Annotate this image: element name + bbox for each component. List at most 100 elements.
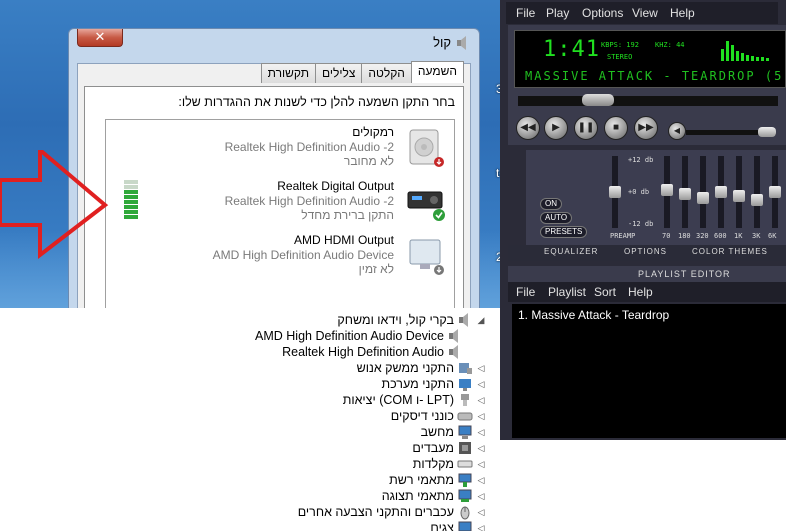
playback-panel: בחר התקן השמעה להלן כדי לשנות את ההגדרות… <box>84 86 464 329</box>
khz-readout: KHZ: 44 <box>655 41 685 49</box>
playlist-item[interactable]: 1. Massive Attack - Teardrop <box>518 308 669 322</box>
device-driver: Realtek High Definition Audio -2 <box>224 140 394 154</box>
volume-slider[interactable] <box>686 127 776 137</box>
eq-band-slider[interactable] <box>733 156 745 228</box>
volume-icon[interactable]: ◀ <box>668 122 686 140</box>
tab-sounds[interactable]: צלילים <box>315 63 363 83</box>
eq-band-slider[interactable] <box>769 156 781 228</box>
tab-communications[interactable]: תקשורת <box>260 63 317 83</box>
seek-knob[interactable] <box>582 94 614 106</box>
eq-band-slider[interactable] <box>715 156 727 228</box>
dialog-titlebar[interactable]: ✕ קול <box>69 29 479 57</box>
eq-band-label: 3K <box>752 232 761 240</box>
stereo-indicator: STEREO <box>607 53 633 61</box>
playlist-titlebar[interactable]: PLAYLIST EDITOR <box>508 266 786 282</box>
monitor-icon <box>458 521 472 531</box>
pause-button[interactable]: ❚❚ <box>574 116 598 140</box>
eq-band-slider[interactable] <box>697 156 709 228</box>
expand-arrow-icon[interactable]: ◁ <box>476 475 486 486</box>
pl-menu-file[interactable]: File <box>516 285 535 299</box>
winamp-display: 1:41 KBPS: 192 KHZ: 44 STEREO MASSIVE AT… <box>514 30 786 88</box>
expand-arrow-icon[interactable]: ◁ <box>476 507 486 518</box>
tree-item-label: Realtek High Definition Audio <box>282 345 444 359</box>
tree-item-system-devices[interactable]: ◁ התקני מערכת <box>381 376 486 392</box>
tab-equalizer[interactable]: EQUALIZER <box>544 247 598 256</box>
eq-band-label: 70 <box>662 232 671 240</box>
eq-band-slider[interactable] <box>661 156 673 228</box>
tree-item-label: התקני ממשק אנוש <box>356 361 454 375</box>
expand-arrow-icon[interactable]: ◁ <box>476 411 486 422</box>
playlist-menubar: File Playlist Sort Help <box>508 282 786 302</box>
eq-band-label: 180 <box>678 232 691 240</box>
close-button[interactable]: ✕ <box>77 29 123 47</box>
tree-item-mice[interactable]: ◁ עכברים והתקני הצבעה אחרים <box>298 504 486 520</box>
menu-play[interactable]: Play <box>546 6 569 20</box>
seek-bar[interactable] <box>518 94 778 106</box>
tree-item-computer[interactable]: ◁ מחשב <box>421 424 486 440</box>
expand-arrow-icon[interactable]: ◁ <box>476 395 486 406</box>
device-item-digital-output[interactable]: Realtek Digital Output Realtek High Defi… <box>104 176 454 228</box>
expand-arrow-icon[interactable]: ◁ <box>476 459 486 470</box>
device-item-speakers[interactable]: רמקולים Realtek High Definition Audio -2… <box>104 122 454 174</box>
tree-item-network-adapters[interactable]: ◁ מתאמי רשת <box>389 472 486 488</box>
playlist-list: 1. Massive Attack - Teardrop <box>512 304 786 438</box>
device-name: רמקולים <box>352 125 394 139</box>
spectrum-visualizer <box>721 41 769 61</box>
menu-help[interactable]: Help <box>670 6 695 20</box>
eq-band-slider[interactable] <box>751 156 763 228</box>
previous-button[interactable]: ◀◀ <box>516 116 540 140</box>
eq-preamp-slider[interactable] <box>609 156 621 228</box>
tree-item-display-adapters[interactable]: ◁ מתאמי תצוגה <box>382 488 486 504</box>
tree-item-sound-video-game[interactable]: ◢ בקרי קול, וידאו ומשחק <box>337 312 486 328</box>
menu-file[interactable]: File <box>516 6 535 20</box>
tab-recording[interactable]: הקלטה <box>361 63 412 83</box>
eq-band-label: 320 <box>696 232 709 240</box>
tree-item-realtek-audio[interactable]: Realtek High Definition Audio <box>282 344 466 360</box>
mouse-icon <box>460 506 470 520</box>
menu-view[interactable]: View <box>632 6 658 20</box>
speaker-box-icon <box>409 129 444 167</box>
eq-auto-button[interactable]: AUTO <box>540 212 573 224</box>
time-readout[interactable]: 1:41 <box>543 37 600 62</box>
eq-db-label: -12 db <box>628 220 654 228</box>
expand-arrow-icon[interactable]: ◁ <box>476 379 486 390</box>
tree-item-label: כונני דיסקים <box>390 409 454 423</box>
speaker-icon <box>457 36 466 50</box>
expand-arrow-icon[interactable]: ◁ <box>476 491 486 502</box>
display-adapter-icon <box>458 489 472 502</box>
eq-on-button[interactable]: ON <box>540 198 562 210</box>
stop-button[interactable]: ■ <box>604 116 628 140</box>
tree-item-ports[interactable]: ◁ יציאות (COM ו- LPT) <box>343 392 486 408</box>
pl-menu-sort[interactable]: Sort <box>594 285 616 299</box>
volume-knob[interactable] <box>758 127 776 137</box>
eq-band-slider[interactable] <box>679 156 691 228</box>
tab-playback[interactable]: השמעה <box>410 61 464 83</box>
expand-arrow-icon[interactable]: ◁ <box>476 443 486 454</box>
red-arrow-annotation <box>0 150 109 260</box>
expand-arrow-icon[interactable]: ◁ <box>476 427 486 438</box>
tab-options[interactable]: OPTIONS <box>624 247 667 256</box>
expand-arrow-icon[interactable]: ◁ <box>476 363 486 374</box>
winamp-menubar: File Play Options View Help <box>506 2 778 24</box>
tree-item-label: מקלדות <box>412 457 454 471</box>
tree-item-hid[interactable]: ◁ התקני ממשק אנוש <box>357 360 486 376</box>
pl-menu-playlist[interactable]: Playlist <box>548 285 586 299</box>
playlist-title: PLAYLIST EDITOR <box>638 269 731 279</box>
tab-strip: השמעה הקלטה צלילים תקשורת <box>260 61 464 83</box>
menu-options[interactable]: Options <box>582 6 623 20</box>
pl-menu-help[interactable]: Help <box>628 285 653 299</box>
device-item-hdmi-output[interactable]: AMD HDMI Output AMD High Definition Audi… <box>104 230 454 282</box>
tree-item-disk-drives[interactable]: ◁ כונני דיסקים <box>391 408 486 424</box>
tab-color-themes[interactable]: COLOR THEMES <box>692 247 768 256</box>
collapse-arrow-icon[interactable]: ◢ <box>476 315 486 326</box>
tree-item-monitors[interactable]: ◁ צגים <box>430 520 486 531</box>
device-driver: Realtek High Definition Audio -2 <box>224 194 394 208</box>
next-button[interactable]: ▶▶ <box>634 116 658 140</box>
play-button[interactable]: ▶ <box>544 116 568 140</box>
level-meter <box>124 180 138 222</box>
expand-arrow-icon[interactable]: ◁ <box>476 523 486 531</box>
tree-item-keyboards[interactable]: ◁ מקלדות <box>413 456 486 472</box>
eq-presets-button[interactable]: PRESETS <box>540 226 588 238</box>
tree-item-amd-audio[interactable]: AMD High Definition Audio Device <box>255 328 466 344</box>
tree-item-processors[interactable]: ◁ מעבדים <box>412 440 486 456</box>
